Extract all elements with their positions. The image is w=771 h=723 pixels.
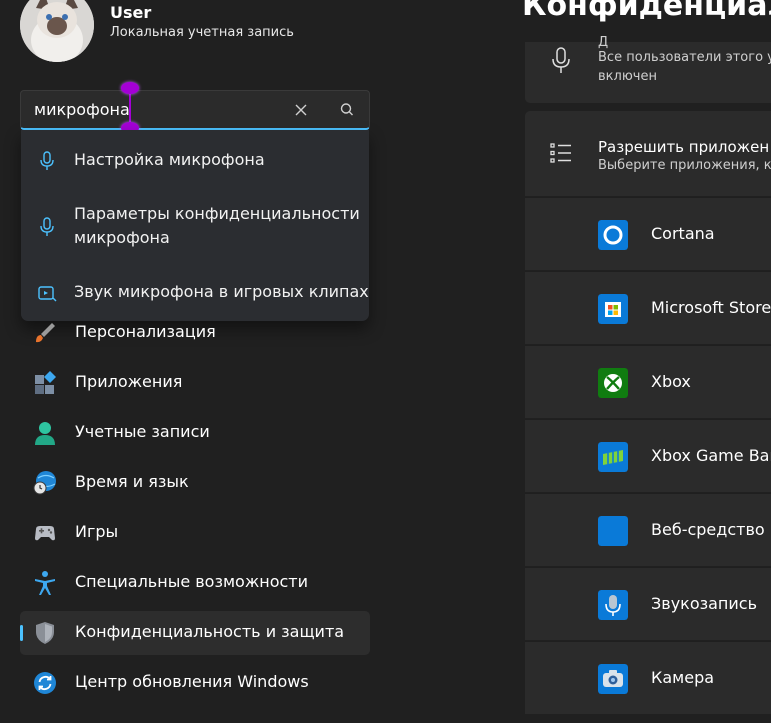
suggestion-item[interactable]: Звук микрофона в игровых клипах bbox=[21, 280, 369, 310]
apps-icon bbox=[35, 371, 56, 394]
nav-item-label: Специальные возможности bbox=[75, 572, 309, 591]
gamepad-icon bbox=[35, 526, 55, 541]
user-avatar[interactable] bbox=[20, 0, 94, 62]
game-clip-icon bbox=[38, 286, 57, 302]
selection-handle-top[interactable] bbox=[121, 82, 139, 94]
nav-item-label: Игры bbox=[75, 522, 119, 541]
globe-clock-icon bbox=[33, 471, 56, 495]
suggestion-label: Параметры конфиденциальности bbox=[74, 204, 360, 223]
xbox-icon bbox=[598, 368, 628, 398]
nav-item-accessibility[interactable]: Специальные возможности bbox=[20, 561, 370, 605]
microphone-icon bbox=[40, 151, 54, 170]
section-subtitle: Выберите приложения, к bbox=[598, 158, 771, 173]
app-name: Xbox Game Bar bbox=[651, 446, 771, 465]
app-row-camera[interactable]: Камера bbox=[525, 641, 771, 714]
nav-item-accounts[interactable]: Учетные записи bbox=[20, 411, 370, 455]
navigation-pane: User Локальная учетная запись микрофона … bbox=[0, 0, 390, 723]
nav-item-label: Конфиденциальность и защита bbox=[75, 622, 345, 641]
brush-icon bbox=[36, 323, 55, 343]
app-access-header[interactable]: Разрешить приложен Выберите приложения, … bbox=[525, 111, 771, 196]
card-title: Д bbox=[598, 35, 609, 50]
refresh-icon bbox=[34, 672, 56, 694]
selection-indicator bbox=[20, 625, 23, 641]
nav-item-personalization[interactable]: Персонализация bbox=[20, 311, 370, 355]
app-name: Веб-средство п bbox=[651, 520, 771, 539]
card-description: включен bbox=[598, 69, 657, 84]
app-name: Камера bbox=[651, 668, 715, 687]
app-row-voice-recorder[interactable]: Звукозапись bbox=[525, 567, 771, 640]
account-type: Локальная учетная запись bbox=[110, 25, 294, 40]
card-description: Все пользователи этого у bbox=[598, 50, 771, 65]
microphone-access-card[interactable]: Д Все пользователи этого у включен bbox=[525, 35, 771, 103]
microphone-icon bbox=[40, 217, 54, 236]
close-icon bbox=[295, 104, 307, 116]
app-name: Cortana bbox=[651, 224, 715, 243]
search-icon bbox=[340, 103, 353, 116]
microphone-icon bbox=[552, 47, 570, 73]
settings-search-box[interactable]: микрофона bbox=[20, 90, 370, 130]
search-button[interactable] bbox=[335, 98, 359, 122]
nav-item-label: Учетные записи bbox=[75, 422, 210, 441]
suggestion-label: микрофона bbox=[74, 228, 170, 247]
list-icon bbox=[550, 143, 571, 163]
nav-item-label: Приложения bbox=[75, 372, 183, 391]
search-input[interactable]: микрофона bbox=[34, 100, 130, 119]
suggestion-item[interactable]: Настройка микрофона bbox=[21, 148, 369, 188]
suggestion-label: Звук микрофона в игровых клипах bbox=[74, 282, 369, 301]
nav-item-label: Персонализация bbox=[75, 322, 216, 341]
shield-icon bbox=[36, 622, 54, 644]
cortana-icon bbox=[598, 220, 628, 250]
camera-icon bbox=[598, 664, 628, 694]
suggestion-label: Настройка микрофона bbox=[74, 150, 265, 169]
app-row-xbox[interactable]: Xbox bbox=[525, 345, 771, 418]
clear-search-button[interactable] bbox=[289, 98, 313, 122]
nav-item-label: Время и язык bbox=[75, 472, 189, 491]
nav-item-gaming[interactable]: Игры bbox=[20, 511, 370, 555]
app-row-xbox-game-bar[interactable]: Xbox Game Bar bbox=[525, 419, 771, 492]
accessibility-icon bbox=[35, 571, 55, 595]
accounts-icon bbox=[35, 422, 55, 445]
suggestion-item[interactable]: Параметры конфиденциальности микрофона bbox=[21, 202, 369, 254]
content-pane: Конфиденциал Д Все пользователи этого у … bbox=[390, 0, 771, 723]
nav-item-privacy-security[interactable]: Конфиденциальность и защита bbox=[20, 611, 370, 655]
app-row-cortana[interactable]: Cortana bbox=[525, 197, 771, 270]
nav-item-windows-update[interactable]: Центр обновления Windows bbox=[20, 661, 370, 705]
game-bar-icon bbox=[598, 442, 628, 472]
user-name: User bbox=[110, 3, 152, 22]
section-title: Разрешить приложен bbox=[598, 138, 770, 156]
search-suggestions: Настройка микрофона Параметры конфиденци… bbox=[21, 130, 369, 321]
web-tool-icon bbox=[598, 516, 628, 546]
app-row-microsoft-store[interactable]: Microsoft Store bbox=[525, 271, 771, 344]
page-title: Конфиденциал bbox=[522, 0, 771, 23]
app-name: Xbox bbox=[651, 372, 691, 391]
voice-recorder-icon bbox=[598, 590, 628, 620]
app-name: Microsoft Store bbox=[651, 298, 771, 317]
store-icon bbox=[598, 294, 628, 324]
nav-item-time-language[interactable]: Время и язык bbox=[20, 461, 370, 505]
nav-item-apps[interactable]: Приложения bbox=[20, 361, 370, 405]
app-name: Звукозапись bbox=[651, 594, 758, 613]
nav-item-label: Центр обновления Windows bbox=[75, 672, 309, 691]
app-row-web-tool[interactable]: Веб-средство п bbox=[525, 493, 771, 566]
